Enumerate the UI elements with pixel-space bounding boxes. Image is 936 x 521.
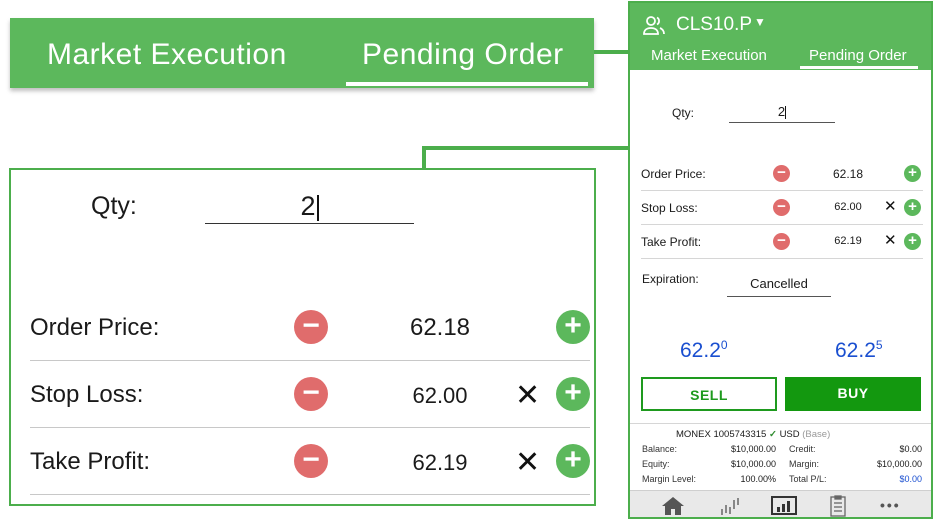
text-cursor: [785, 106, 787, 120]
qty-input[interactable]: 2: [729, 101, 835, 123]
plus-icon[interactable]: +: [904, 165, 921, 182]
buy-price-main: 62.2: [835, 339, 876, 362]
order-price-value: 62.18: [832, 167, 864, 181]
chart-icon[interactable]: [716, 495, 744, 517]
take-profit-label: Take Profit:: [30, 448, 151, 475]
order-price-label: Order Price:: [641, 167, 706, 181]
plus-icon[interactable]: +: [556, 444, 590, 478]
close-icon[interactable]: ✕: [884, 231, 897, 249]
app-header: CLS10.P ▼ Market Execution Pending Order: [630, 3, 931, 70]
buy-price: 62.25: [835, 338, 883, 363]
connector-line: [422, 146, 426, 170]
orders-icon[interactable]: [824, 495, 852, 517]
account-selector[interactable]: MONEX 1005743315 ✓ USD (Base): [676, 429, 830, 440]
close-icon[interactable]: ✕: [884, 197, 897, 215]
order-price-value: 62.18: [409, 314, 471, 341]
sell-price-main: 62.2: [680, 339, 721, 362]
margin-level-value: 100.00%: [740, 474, 776, 484]
stop-loss-label: Stop Loss:: [641, 201, 698, 215]
chevron-down-icon[interactable]: ✓: [769, 429, 780, 440]
take-profit-row: Take Profit: − 62.19 ✕ +: [641, 225, 923, 259]
more-icon[interactable]: •••: [880, 495, 908, 517]
bottom-nav: •••: [630, 490, 931, 517]
balance-value: $10,000.00: [730, 444, 776, 454]
stop-loss-label: Stop Loss:: [30, 381, 144, 408]
take-profit-value: 62.19: [412, 450, 468, 475]
stop-loss-row-zoom: Stop Loss: − 62.00 ✕ +: [30, 361, 590, 428]
take-profit-value: 62.19: [834, 235, 862, 247]
plus-icon[interactable]: +: [904, 233, 921, 250]
total-pl-value: $0.00: [899, 474, 922, 484]
equity-label: Equity:: [642, 459, 670, 469]
credit-label: Credit:: [789, 444, 816, 454]
margin-label: Margin:: [789, 459, 820, 469]
balance-label: Balance:: [642, 444, 678, 454]
sell-price-pip: 0: [720, 338, 728, 352]
sell-price: 62.20: [680, 338, 728, 363]
total-pl-label: Total P/L:: [789, 474, 827, 484]
order-price-row-zoom: Order Price: − 62.18 +: [30, 294, 590, 361]
minus-icon[interactable]: −: [294, 310, 328, 344]
users-icon[interactable]: [642, 13, 666, 37]
chevron-down-icon[interactable]: ▼: [754, 15, 766, 29]
qty-value: 2: [777, 104, 786, 119]
connector-line: [422, 146, 630, 150]
margin-level-label: Margin Level:: [642, 474, 697, 484]
minus-icon[interactable]: −: [773, 233, 790, 250]
buy-price-pip: 5: [875, 338, 883, 352]
qty-input-zoom[interactable]: 2: [205, 188, 414, 224]
stop-loss-row: Stop Loss: − 62.00 ✕ +: [641, 191, 923, 225]
order-price-label: Order Price:: [30, 314, 160, 341]
buy-button[interactable]: BUY: [785, 377, 921, 411]
qty-label-zoom: Qty:: [91, 192, 137, 220]
plus-icon[interactable]: +: [904, 199, 921, 216]
close-icon[interactable]: ✕: [515, 445, 540, 480]
credit-value: $0.00: [899, 444, 922, 454]
expiration-select[interactable]: Cancelled: [727, 273, 831, 297]
close-icon[interactable]: ✕: [515, 378, 540, 413]
take-profit-label: Take Profit:: [641, 235, 702, 249]
take-profit-row-zoom: Take Profit: − 62.19 ✕ +: [30, 428, 590, 495]
active-tab-underline-zoom: [346, 82, 588, 86]
home-icon[interactable]: [659, 495, 687, 517]
account-summary: MONEX 1005743315 ✓ USD (Base) Balance: $…: [630, 423, 931, 489]
equity-value: $10,000.00: [730, 459, 776, 469]
minus-icon[interactable]: −: [294, 444, 328, 478]
account-currency: USD: [779, 429, 800, 440]
tab-pending-order[interactable]: Pending Order: [809, 47, 907, 64]
stop-loss-value: 62.00: [412, 383, 468, 408]
expiration-label: Expiration:: [642, 272, 699, 286]
symbol-selector[interactable]: CLS10.P: [676, 14, 752, 36]
plus-icon[interactable]: +: [556, 377, 590, 411]
account-currency-note: (Base): [802, 429, 831, 440]
stop-loss-value: 62.00: [834, 201, 862, 213]
zoom-order-panel: Qty: 2 Order Price: − 62.18 + Stop Loss:…: [9, 168, 596, 506]
qty-label: Qty:: [672, 106, 695, 120]
trade-icon[interactable]: [770, 495, 798, 517]
minus-icon[interactable]: −: [294, 377, 328, 411]
plus-icon[interactable]: +: [556, 310, 590, 344]
account-name: MONEX 1005743315: [676, 429, 767, 440]
tab-market-execution-zoom[interactable]: Market Execution: [47, 18, 287, 88]
margin-value: $10,000.00: [876, 459, 922, 469]
order-price-row: Order Price: − 62.18 +: [641, 157, 923, 191]
qty-value-zoom: 2: [300, 191, 316, 221]
active-tab-underline: [800, 66, 918, 69]
text-cursor: [316, 194, 319, 221]
phone-screen: CLS10.P ▼ Market Execution Pending Order…: [628, 1, 933, 519]
connector-line: [594, 50, 630, 54]
tab-market-execution[interactable]: Market Execution: [651, 47, 767, 64]
sell-button[interactable]: SELL: [641, 377, 777, 411]
minus-icon[interactable]: −: [773, 199, 790, 216]
minus-icon[interactable]: −: [773, 165, 790, 182]
zoom-header-tabs: Market Execution Pending Order: [10, 18, 594, 88]
tab-pending-order-zoom[interactable]: Pending Order: [362, 18, 564, 88]
